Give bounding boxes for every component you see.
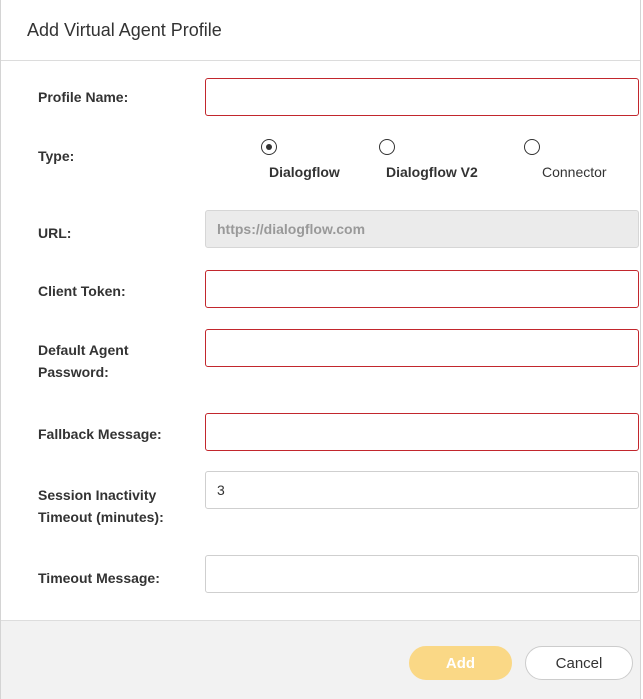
default-agent-password-label-line2: Password: [38,364,109,380]
type-radio-dialogflow-v2[interactable] [377,139,397,155]
cancel-button[interactable]: Cancel [525,646,633,680]
session-inactivity-timeout-label-line1: Session Inactivity [38,487,157,503]
type-option-dialogflow-label[interactable]: Dialogflow [269,164,340,180]
dialog-header: Add Virtual Agent Profile [1,0,640,61]
type-option-dialogflow-v2-label[interactable]: Dialogflow V2 [386,164,478,180]
profile-name-label: Profile Name: [38,89,129,105]
radio-unchecked-icon[interactable] [524,139,540,155]
default-agent-password-label-line1: Default Agent [38,342,129,358]
timeout-message-label: Timeout Message: [38,570,160,586]
radio-checked-icon[interactable] [261,139,277,155]
url-input [205,210,639,248]
radio-unchecked-icon[interactable] [379,139,395,155]
add-button[interactable]: Add [409,646,512,680]
type-label: Type: [38,148,75,164]
session-inactivity-timeout-input[interactable] [205,471,639,509]
client-token-label: Client Token: [38,283,126,299]
timeout-message-input[interactable] [205,555,639,593]
type-radio-dialogflow[interactable] [259,139,279,155]
type-option-connector-label[interactable]: Connector [542,164,607,180]
session-inactivity-timeout-label-line2: Timeout (minutes): [38,509,164,525]
default-agent-password-input[interactable] [205,329,639,367]
url-label: URL: [38,225,72,241]
dialog-title: Add Virtual Agent Profile [27,19,222,40]
fallback-message-label: Fallback Message: [38,426,162,442]
type-radio-connector[interactable] [522,139,542,155]
profile-name-input[interactable] [205,78,639,116]
fallback-message-input[interactable] [205,413,639,451]
client-token-input[interactable] [205,270,639,308]
dialog-footer: Add Cancel [1,620,640,699]
add-virtual-agent-profile-dialog: Add Virtual Agent Profile Profile Name: … [0,0,641,699]
